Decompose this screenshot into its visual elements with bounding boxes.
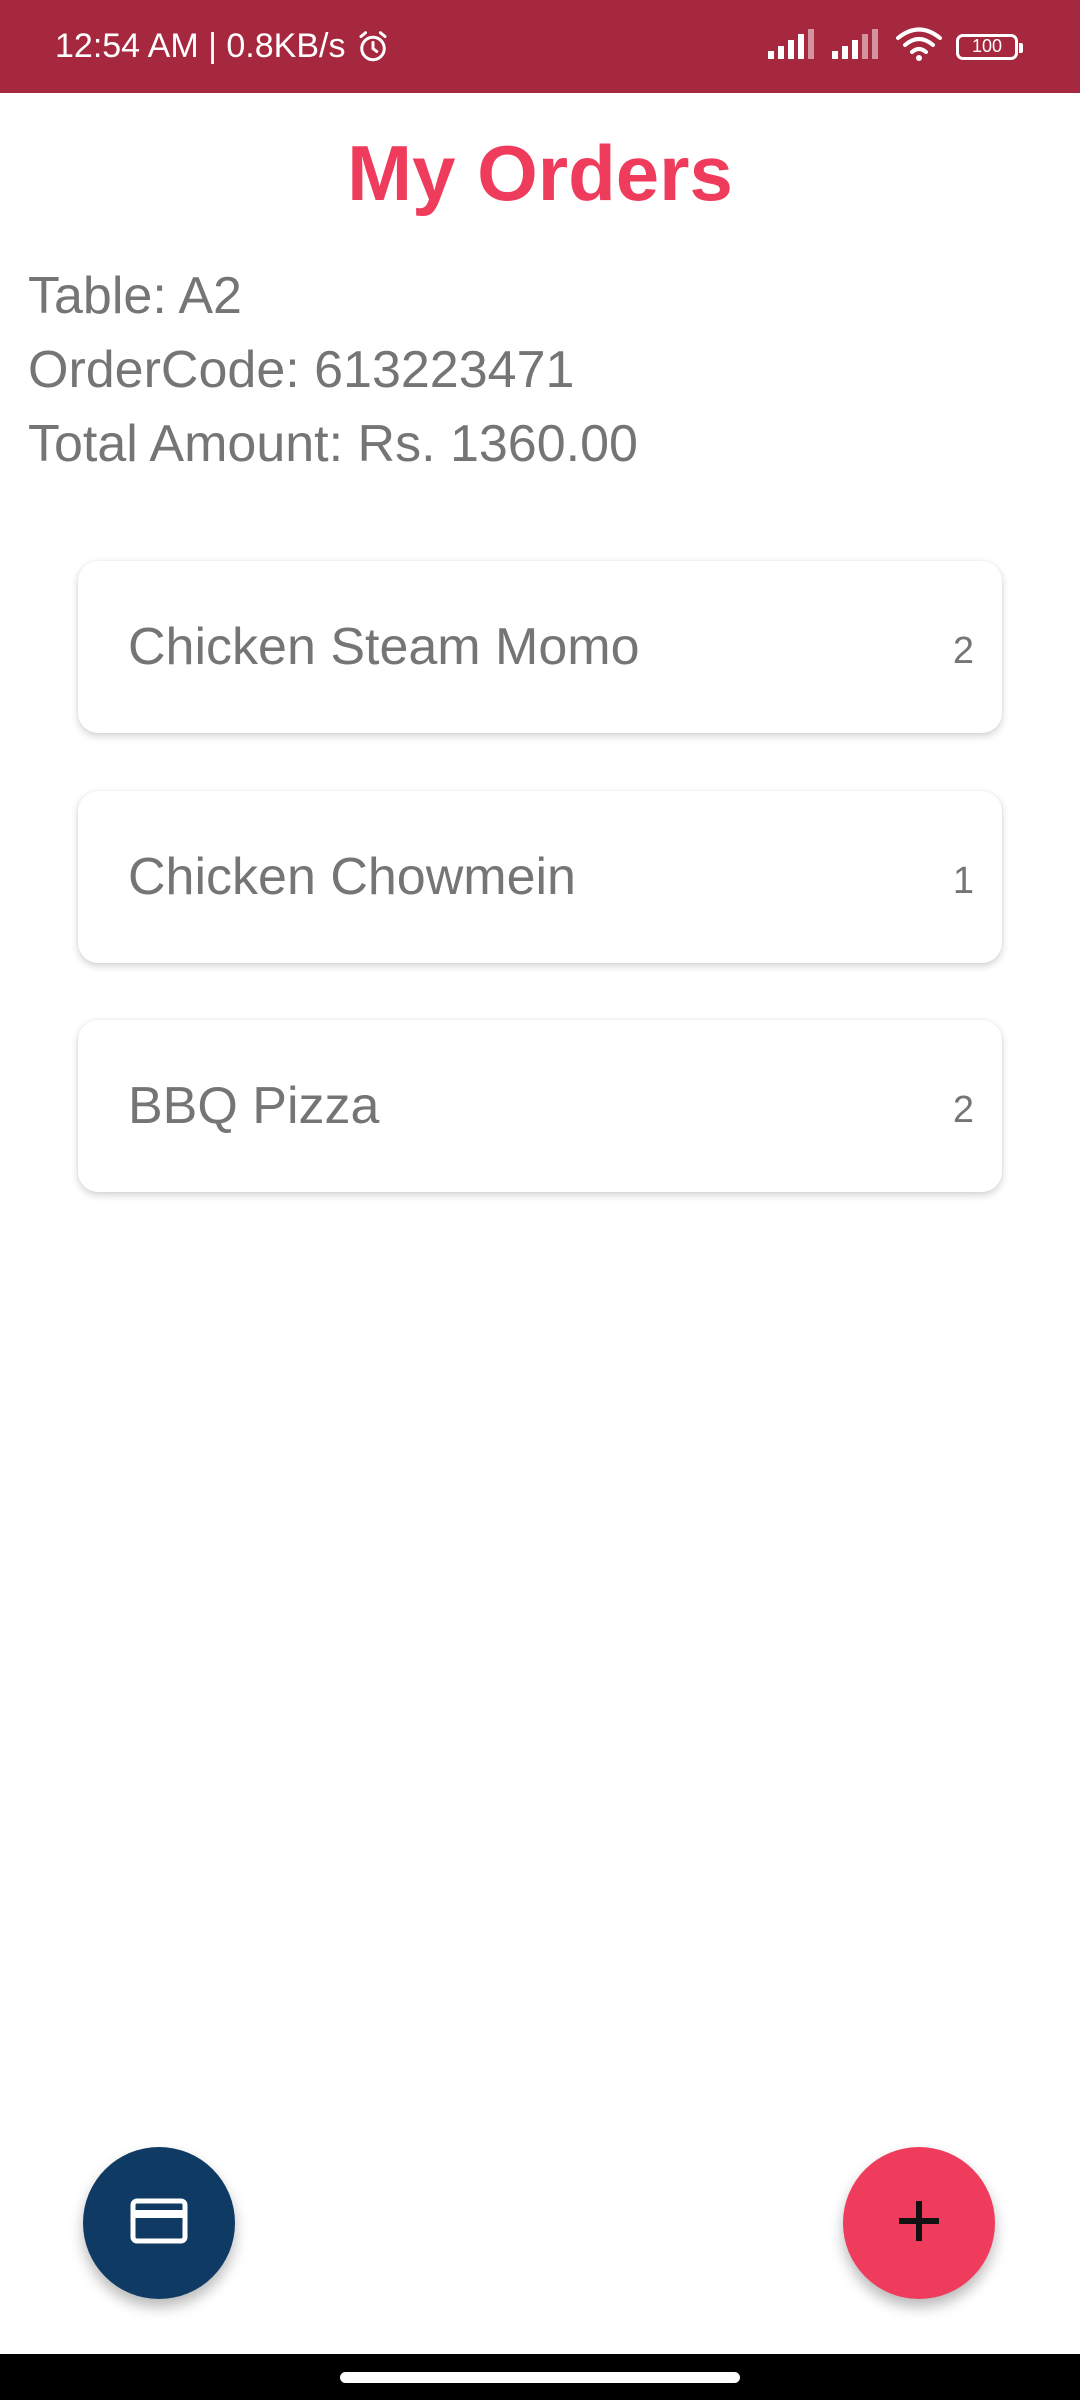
navigation-bar <box>0 2354 1080 2400</box>
wifi-icon <box>896 27 942 66</box>
payment-button[interactable] <box>83 2147 235 2299</box>
total-amount-label: Total Amount: Rs. 1360.00 <box>28 415 638 473</box>
alarm-icon <box>355 29 391 65</box>
order-item-name: Chicken Chowmein <box>128 848 576 906</box>
plus-icon <box>897 2199 941 2248</box>
status-right: 100 <box>768 0 1023 93</box>
order-item-quantity: 2 <box>952 1088 974 1131</box>
order-item-quantity: 1 <box>952 859 974 902</box>
table-label: Table: A2 <box>28 267 242 325</box>
order-item-name: BBQ Pizza <box>128 1077 380 1135</box>
status-left: 12:54 AM | 0.8KB/s <box>55 0 391 93</box>
order-item-card[interactable]: Chicken Chowmein 1 <box>78 791 1002 963</box>
status-bar: 12:54 AM | 0.8KB/s 100 <box>0 0 1080 93</box>
credit-card-icon <box>130 2198 188 2249</box>
battery-level: 100 <box>971 36 1003 56</box>
status-time-speed: 12:54 AM | 0.8KB/s <box>55 27 346 65</box>
order-item-quantity: 2 <box>952 629 974 672</box>
home-indicator[interactable] <box>340 2372 740 2383</box>
signal-icon <box>768 29 818 64</box>
add-order-button[interactable] <box>843 2147 995 2299</box>
signal-icon <box>832 29 882 64</box>
battery-icon: 100 <box>956 33 1023 60</box>
order-item-card[interactable]: Chicken Steam Momo 2 <box>78 561 1002 733</box>
page-title: My Orders <box>347 129 733 217</box>
order-code-label: OrderCode: 613223471 <box>28 341 575 399</box>
order-item-card[interactable]: BBQ Pizza 2 <box>78 1020 1002 1192</box>
order-item-name: Chicken Steam Momo <box>128 618 640 676</box>
